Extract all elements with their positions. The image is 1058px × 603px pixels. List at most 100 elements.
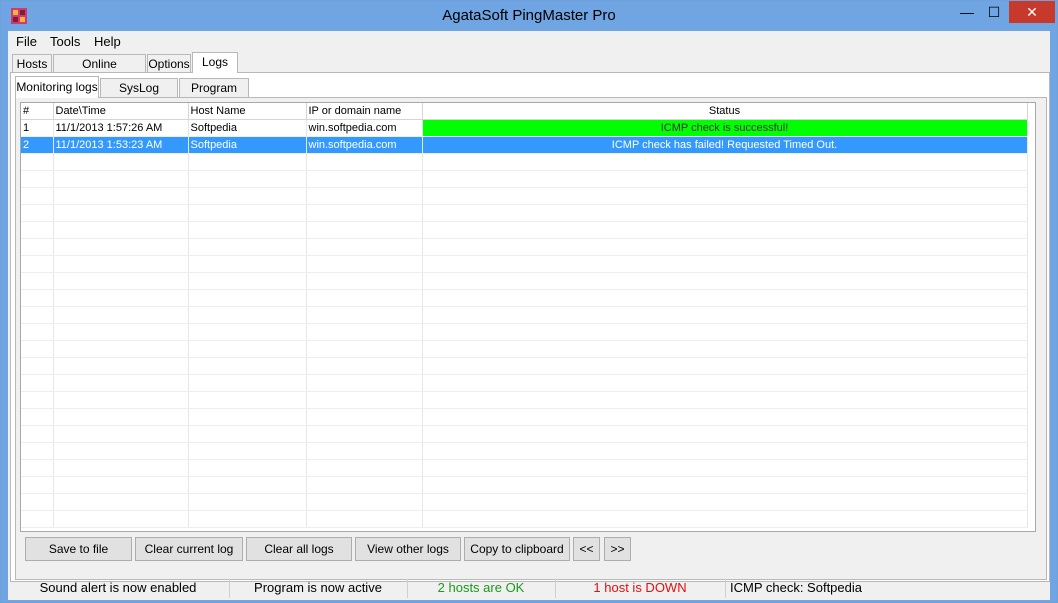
empty-row bbox=[21, 510, 1028, 528]
empty-cell bbox=[53, 153, 189, 171]
column-header-number[interactable]: # bbox=[21, 103, 54, 120]
empty-cell bbox=[306, 493, 423, 511]
empty-row bbox=[21, 425, 1028, 443]
maximize-button[interactable]: ☐ bbox=[981, 1, 1007, 23]
empty-cell bbox=[422, 272, 1028, 290]
empty-row bbox=[21, 306, 1028, 324]
empty-row bbox=[21, 391, 1028, 409]
empty-cell bbox=[306, 391, 423, 409]
tab-online-monitoring[interactable]: Online monitoring bbox=[53, 54, 146, 89]
cell-ip: win.softpedia.com bbox=[306, 136, 423, 154]
empty-cell bbox=[422, 153, 1028, 171]
menu-help[interactable]: Help bbox=[94, 34, 121, 49]
empty-cell bbox=[188, 374, 307, 392]
empty-cell bbox=[21, 493, 54, 511]
tab-syslog-server[interactable]: SysLog server bbox=[100, 78, 178, 113]
log-list[interactable]: # Date\Time Host Name IP or domain name … bbox=[20, 102, 1036, 532]
table-row[interactable]: 1 11/1/2013 1:57:26 AM Softpedia win.sof… bbox=[21, 119, 1028, 137]
status-separator bbox=[725, 579, 726, 598]
empty-cell bbox=[53, 238, 189, 256]
log-table: # Date\Time Host Name IP or domain name … bbox=[21, 103, 1028, 528]
tab-program-logs[interactable]: Program logs bbox=[179, 78, 249, 113]
empty-cell bbox=[306, 221, 423, 239]
empty-cell bbox=[422, 408, 1028, 426]
empty-cell bbox=[422, 255, 1028, 273]
next-page-button[interactable]: >> bbox=[604, 537, 631, 561]
empty-row bbox=[21, 170, 1028, 188]
empty-cell bbox=[422, 391, 1028, 409]
clear-current-log-button[interactable]: Clear current log bbox=[135, 537, 243, 561]
empty-cell bbox=[306, 476, 423, 494]
empty-cell bbox=[422, 425, 1028, 443]
cell-host-name: Softpedia bbox=[188, 119, 307, 137]
view-other-logs-button[interactable]: View other logs bbox=[355, 537, 461, 561]
save-to-file-button[interactable]: Save to file bbox=[25, 537, 132, 561]
empty-cell bbox=[53, 459, 189, 477]
empty-cell bbox=[306, 170, 423, 188]
previous-page-button[interactable]: << bbox=[573, 537, 600, 561]
monitoring-logs-panel: # Date\Time Host Name IP or domain name … bbox=[15, 97, 1047, 580]
column-header-ip[interactable]: IP or domain name bbox=[306, 103, 423, 120]
empty-cell bbox=[422, 459, 1028, 477]
empty-cell bbox=[306, 272, 423, 290]
empty-row bbox=[21, 238, 1028, 256]
empty-cell bbox=[422, 510, 1028, 528]
copy-to-clipboard-button[interactable]: Copy to clipboard bbox=[464, 537, 570, 561]
empty-cell bbox=[21, 306, 54, 324]
empty-cell bbox=[53, 493, 189, 511]
empty-cell bbox=[21, 476, 54, 494]
empty-cell bbox=[422, 289, 1028, 307]
cell-status-failed: ICMP check has failed! Requested Timed O… bbox=[422, 136, 1028, 154]
menu-tools[interactable]: Tools bbox=[50, 34, 80, 49]
cell-host-name: Softpedia bbox=[188, 136, 307, 154]
empty-cell bbox=[53, 221, 189, 239]
empty-cell bbox=[188, 493, 307, 511]
empty-cell bbox=[21, 323, 54, 341]
empty-cell bbox=[21, 204, 54, 222]
menu-file[interactable]: File bbox=[16, 34, 37, 49]
tab-options[interactable]: Options bbox=[147, 54, 191, 72]
empty-cell bbox=[422, 323, 1028, 341]
empty-row bbox=[21, 442, 1028, 460]
column-header-host-name[interactable]: Host Name bbox=[188, 103, 307, 120]
table-row-selected[interactable]: 2 11/1/2013 1:53:23 AM Softpedia win.sof… bbox=[21, 136, 1028, 154]
empty-cell bbox=[306, 289, 423, 307]
empty-row bbox=[21, 493, 1028, 511]
empty-cell bbox=[188, 459, 307, 477]
empty-cell bbox=[306, 238, 423, 256]
empty-row bbox=[21, 408, 1028, 426]
empty-cell bbox=[306, 204, 423, 222]
empty-cell bbox=[21, 510, 54, 528]
empty-cell bbox=[53, 408, 189, 426]
empty-cell bbox=[53, 476, 189, 494]
empty-row bbox=[21, 476, 1028, 494]
tab-monitoring-logs[interactable]: Monitoring logs bbox=[15, 76, 99, 98]
status-hosts-ok: 2 hosts are OK bbox=[437, 580, 525, 595]
empty-row bbox=[21, 187, 1028, 205]
tab-logs[interactable]: Logs bbox=[192, 52, 238, 73]
empty-cell bbox=[53, 340, 189, 358]
empty-cell bbox=[422, 238, 1028, 256]
empty-cell bbox=[188, 272, 307, 290]
empty-cell bbox=[188, 238, 307, 256]
empty-cell bbox=[53, 306, 189, 324]
title-bar[interactable]: AgataSoft PingMaster Pro — ☐ ✕ bbox=[1, 1, 1057, 31]
empty-cell bbox=[21, 255, 54, 273]
empty-cell bbox=[53, 204, 189, 222]
empty-cell bbox=[188, 357, 307, 375]
column-header-datetime[interactable]: Date\Time bbox=[53, 103, 189, 120]
clear-all-logs-button[interactable]: Clear all logs bbox=[246, 537, 352, 561]
tab-hosts[interactable]: Hosts bbox=[12, 54, 52, 72]
empty-row bbox=[21, 357, 1028, 375]
minimize-button[interactable]: — bbox=[954, 1, 980, 23]
empty-cell bbox=[188, 170, 307, 188]
close-button[interactable]: ✕ bbox=[1009, 1, 1055, 23]
column-header-status[interactable]: Status bbox=[422, 103, 1028, 120]
empty-cell bbox=[21, 391, 54, 409]
empty-cell bbox=[422, 204, 1028, 222]
empty-cell bbox=[188, 306, 307, 324]
cell-status-ok: ICMP check is successful! bbox=[422, 119, 1028, 137]
empty-cell bbox=[188, 221, 307, 239]
empty-cell bbox=[53, 255, 189, 273]
empty-cell bbox=[306, 255, 423, 273]
